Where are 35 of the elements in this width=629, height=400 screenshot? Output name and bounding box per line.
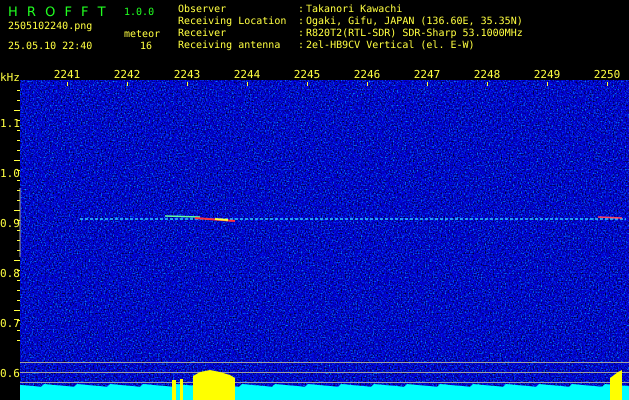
x-axis-label: 2242: [114, 69, 140, 81]
y-axis-label: 0.8: [0, 268, 20, 280]
info-separator: :: [298, 40, 306, 52]
axis-unit: kHz: [0, 72, 20, 84]
info-value: R820T2(RTL-SDR) SDR-Sharp 53.1000MHz: [306, 28, 523, 40]
y-axis-label: 0.7: [0, 318, 20, 330]
file-name: 2505102240.png: [8, 21, 92, 33]
info-value: Ogaki, Gifu, JAPAN (136.60E, 35.35N): [306, 16, 523, 28]
info-separator: :: [298, 4, 306, 16]
x-axis-label: 2245: [294, 69, 320, 81]
info-separator: :: [298, 16, 306, 28]
x-axis-label: 2249: [534, 69, 560, 81]
timestamp: 25.05.10 22:40: [8, 41, 92, 53]
info-label: Receiving antenna: [178, 40, 282, 52]
version-label: 1.0.0: [124, 6, 154, 20]
info-value: 2el-HB9CV Vertical (el. E-W): [306, 40, 476, 52]
x-axis-label: 2241: [54, 69, 80, 81]
info-label: Observer: [178, 4, 228, 16]
info-separator: :: [298, 28, 306, 40]
y-axis-label: 0.6: [0, 368, 20, 380]
info-label: Receiver: [178, 28, 228, 40]
detection-count: 16: [139, 41, 152, 53]
app-title: H R O F F T: [8, 4, 108, 21]
x-axis-label: 2247: [414, 69, 440, 81]
info-label: Receiving Location: [178, 16, 288, 28]
x-axis-label: 2244: [234, 69, 260, 81]
info-value: Takanori Kawachi: [306, 4, 404, 16]
x-axis-label: 2250: [594, 69, 620, 81]
x-axis-label: 2246: [354, 69, 380, 81]
x-axis-label: 2243: [174, 69, 200, 81]
y-axis-label: 1.0: [0, 168, 20, 180]
detection-label: meteor: [124, 29, 160, 41]
y-axis-label: 0.9: [0, 218, 20, 230]
x-axis-label: 2248: [474, 69, 500, 81]
y-axis-label: 1.1: [0, 118, 20, 130]
